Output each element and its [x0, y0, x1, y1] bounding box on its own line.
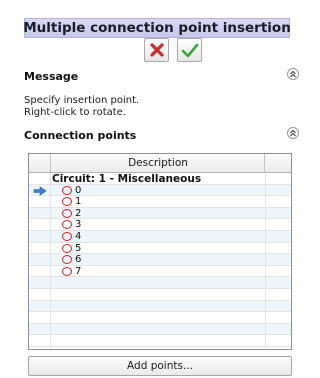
- empty-row[interactable]: [29, 335, 291, 347]
- point-label: 6: [75, 254, 82, 266]
- circuit-group-label: Circuit: 1 - Miscellaneous: [52, 173, 202, 185]
- empty-row[interactable]: [29, 277, 291, 289]
- point-label: 3: [75, 219, 82, 231]
- connection-point-circle-icon: [62, 255, 72, 265]
- connection-point-circle-icon: [62, 220, 72, 230]
- message-line-2: Right-click to rotate.: [24, 107, 126, 118]
- point-label: 2: [75, 207, 82, 219]
- ok-button[interactable]: [177, 38, 202, 62]
- point-row[interactable]: 1: [29, 196, 291, 208]
- empty-row[interactable]: [29, 289, 291, 301]
- connection-point-circle-icon: [62, 266, 72, 276]
- chevron-double-up-icon: [290, 129, 296, 137]
- point-row[interactable]: 7: [29, 265, 291, 278]
- current-row-arrow-icon: [33, 185, 47, 196]
- row-indicator-header: [29, 154, 51, 172]
- checkmark-icon: [181, 43, 198, 57]
- point-row[interactable]: 5: [29, 242, 291, 255]
- empty-row[interactable]: [29, 312, 291, 324]
- point-row[interactable]: 6: [29, 254, 291, 266]
- connection-point-circle-icon: [62, 243, 72, 253]
- point-row[interactable]: 2: [29, 207, 291, 220]
- point-label: 0: [75, 184, 82, 196]
- connection-point-circle-icon: [62, 185, 72, 195]
- point-row[interactable]: 3: [29, 219, 291, 231]
- empty-row[interactable]: [29, 323, 291, 336]
- point-row[interactable]: 4: [29, 231, 291, 243]
- message-section-title: Message: [24, 70, 79, 83]
- chevron-double-up-icon: [290, 70, 296, 78]
- point-row-current[interactable]: 0: [29, 184, 291, 197]
- connection-point-circle-icon: [62, 197, 72, 207]
- empty-row[interactable]: [29, 300, 291, 313]
- point-label: 7: [75, 265, 82, 277]
- message-collapse-button[interactable]: [287, 68, 299, 80]
- connection-points-section-title: Connection points: [24, 129, 137, 142]
- point-label: 1: [75, 196, 82, 208]
- grid-header: Description: [29, 154, 291, 173]
- cancel-x-icon: [149, 43, 164, 57]
- panel-title: Multiple connection point insertion: [23, 20, 291, 36]
- add-points-button[interactable]: Add points...: [28, 356, 292, 376]
- connection-points-collapse-button[interactable]: [287, 127, 299, 139]
- connection-point-circle-icon: [62, 232, 72, 241]
- point-label: 5: [75, 242, 82, 254]
- panel-title-bar: Multiple connection point insertion: [23, 18, 291, 38]
- message-line-1: Specify insertion point.: [24, 95, 140, 106]
- connection-points-grid[interactable]: Description Circuit: 1 - Miscellaneous 0…: [28, 153, 292, 350]
- connection-point-circle-icon: [62, 208, 72, 218]
- cancel-button[interactable]: [144, 38, 169, 62]
- point-label: 4: [75, 231, 82, 242]
- group-row[interactable]: Circuit: 1 - Miscellaneous: [29, 173, 291, 185]
- description-column-header: Description: [128, 157, 188, 169]
